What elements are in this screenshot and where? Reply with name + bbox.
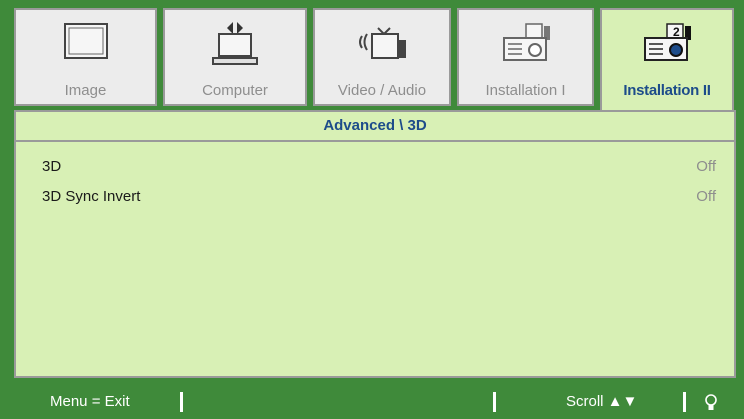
divider (493, 392, 496, 412)
tab-video-audio[interactable]: Video / Audio (313, 8, 451, 106)
breadcrumb: Advanced \ 3D (16, 112, 734, 142)
projector-icon (496, 20, 556, 73)
tab-label: Computer (202, 82, 268, 99)
computer-icon (205, 20, 265, 73)
tab-installation-2[interactable]: 2 Installation II (600, 8, 734, 112)
setting-row-3d[interactable]: 3D Off (42, 158, 716, 180)
svg-text:2: 2 (673, 25, 680, 39)
divider (180, 392, 183, 412)
monitor-icon (59, 20, 113, 71)
lightbulb-icon (704, 393, 718, 418)
tab-label: Video / Audio (337, 82, 427, 99)
setting-value: Off (696, 158, 716, 175)
setting-row-3d-sync-invert[interactable]: 3D Sync Invert Off (42, 188, 716, 210)
menu-exit-hint: Menu = Exit (50, 393, 130, 410)
status-bar: Menu = Exit Scroll ▲▼ (0, 386, 744, 419)
osd-menu: Image Computer Video / Audio Installatio… (0, 0, 744, 419)
tab-bar: Image Computer Video / Audio Installatio… (14, 8, 734, 112)
scroll-hint: Scroll ▲▼ (566, 393, 638, 410)
tab-installation-1[interactable]: Installation I (457, 8, 594, 106)
tab-image[interactable]: Image (14, 8, 157, 106)
tab-computer[interactable]: Computer (163, 8, 307, 106)
setting-label: 3D Sync Invert (42, 188, 141, 205)
tab-label: Image (64, 82, 107, 99)
settings-panel: Advanced \ 3D 3D Off 3D Sync Invert Off (14, 110, 736, 378)
video-audio-icon (350, 20, 414, 73)
tab-label: Installation I (485, 82, 566, 99)
divider (683, 392, 686, 412)
projector-advanced-icon: 2 (637, 20, 697, 73)
setting-label: 3D (42, 158, 62, 175)
tab-label: Installation II (623, 82, 711, 99)
setting-value: Off (696, 188, 716, 205)
